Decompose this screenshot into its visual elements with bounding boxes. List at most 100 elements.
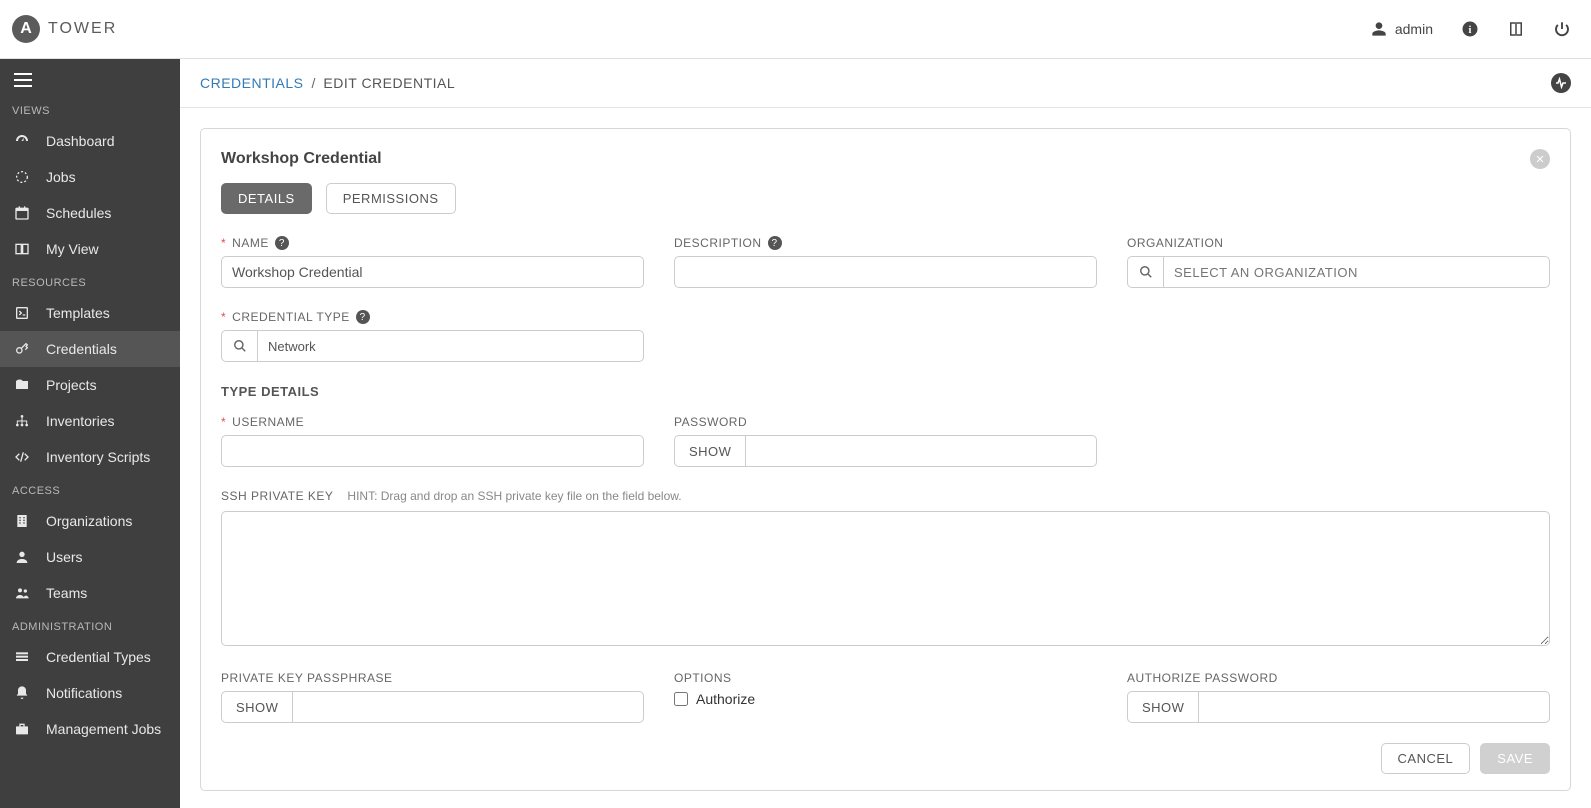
- code-icon: [14, 449, 32, 465]
- tab-details[interactable]: DETAILS: [221, 183, 312, 214]
- close-icon[interactable]: ✕: [1530, 149, 1550, 169]
- sidebar-section-views: VIEWS: [0, 95, 180, 123]
- help-icon[interactable]: ?: [768, 236, 782, 250]
- sidebar-item-label: Notifications: [46, 685, 122, 701]
- svg-text:i: i: [1469, 25, 1472, 36]
- edit-credential-panel: Workshop Credential ✕ DETAILS PERMISSION…: [200, 128, 1571, 791]
- folder-icon: [14, 377, 32, 393]
- username-label: admin: [1395, 21, 1433, 37]
- building-icon: [14, 513, 32, 529]
- ssh-private-key-textarea[interactable]: [221, 511, 1550, 646]
- sidebar-item-inventory-scripts[interactable]: Inventory Scripts: [0, 439, 180, 475]
- cancel-button[interactable]: CANCEL: [1381, 743, 1471, 774]
- sidebar-item-inventories[interactable]: Inventories: [0, 403, 180, 439]
- label-username: *USERNAME: [221, 415, 644, 429]
- help-icon[interactable]: ?: [356, 310, 370, 324]
- calendar-icon: [14, 205, 32, 221]
- sidebar-item-dashboard[interactable]: Dashboard: [0, 123, 180, 159]
- label-organization: ORGANIZATION: [1127, 236, 1550, 250]
- show-password-button[interactable]: SHOW: [674, 435, 745, 467]
- show-authorize-password-button[interactable]: SHOW: [1127, 691, 1198, 723]
- sidebar-item-label: Users: [46, 549, 83, 565]
- label-password: PASSWORD: [674, 415, 1097, 429]
- sidebar-item-label: Management Jobs: [46, 721, 161, 737]
- tab-permissions[interactable]: PERMISSIONS: [326, 183, 456, 214]
- sidebar-item-label: Organizations: [46, 513, 132, 529]
- sidebar-item-label: Dashboard: [46, 133, 115, 149]
- sidebar-item-label: Templates: [46, 305, 110, 321]
- sidebar-item-credentials[interactable]: Credentials: [0, 331, 180, 367]
- activity-stream-icon[interactable]: [1551, 73, 1571, 93]
- sidebar-item-label: Inventories: [46, 413, 114, 429]
- menu-toggle-icon[interactable]: [0, 65, 180, 95]
- credential-type-lookup-button[interactable]: [221, 330, 257, 362]
- power-icon[interactable]: [1553, 20, 1571, 38]
- users-icon: [14, 585, 32, 601]
- username-input[interactable]: [221, 435, 644, 467]
- breadcrumb-sep: /: [312, 75, 316, 91]
- brand-logo-icon: A: [12, 15, 40, 43]
- list-icon: [14, 649, 32, 665]
- brand-name: TOWER: [48, 20, 117, 38]
- label-options: OPTIONS: [674, 671, 1097, 685]
- label-ssh-private-key: SSH PRIVATE KEY: [221, 489, 333, 503]
- jobs-icon: [14, 169, 32, 185]
- brand: A TOWER: [12, 15, 117, 43]
- content-area: CREDENTIALS / EDIT CREDENTIAL Workshop C…: [180, 59, 1591, 808]
- type-details-header: TYPE DETAILS: [221, 384, 1550, 399]
- user-icon: [1371, 21, 1387, 37]
- sidebar-item-management-jobs[interactable]: Management Jobs: [0, 711, 180, 747]
- label-authorize-password: AUTHORIZE PASSWORD: [1127, 671, 1550, 685]
- sidebar: VIEWS Dashboard Jobs Schedules My View R…: [0, 59, 180, 808]
- breadcrumb-root[interactable]: CREDENTIALS: [200, 75, 304, 91]
- docs-icon[interactable]: [1507, 20, 1525, 38]
- help-icon[interactable]: ?: [275, 236, 289, 250]
- user-icon: [14, 549, 32, 565]
- organization-lookup-button[interactable]: [1127, 256, 1163, 288]
- password-input[interactable]: [745, 435, 1097, 467]
- bell-icon: [14, 685, 32, 701]
- sidebar-item-users[interactable]: Users: [0, 539, 180, 575]
- description-input[interactable]: [674, 256, 1097, 288]
- sidebar-item-credential-types[interactable]: Credential Types: [0, 639, 180, 675]
- sidebar-item-schedules[interactable]: Schedules: [0, 195, 180, 231]
- current-user[interactable]: admin: [1371, 21, 1433, 37]
- sitemap-icon: [14, 413, 32, 429]
- info-icon[interactable]: i: [1461, 20, 1479, 38]
- save-button[interactable]: SAVE: [1480, 743, 1550, 774]
- label-description: DESCRIPTION ?: [674, 236, 1097, 250]
- sidebar-item-organizations[interactable]: Organizations: [0, 503, 180, 539]
- panel-title: Workshop Credential: [221, 150, 382, 168]
- sidebar-item-label: Inventory Scripts: [46, 449, 150, 465]
- sidebar-item-label: Projects: [46, 377, 97, 393]
- sidebar-item-label: Schedules: [46, 205, 111, 221]
- show-passphrase-button[interactable]: SHOW: [221, 691, 292, 723]
- authorize-checkbox[interactable]: [674, 692, 688, 706]
- authorize-label: Authorize: [696, 691, 755, 707]
- passphrase-input[interactable]: [292, 691, 644, 723]
- name-input[interactable]: [221, 256, 644, 288]
- top-bar: A TOWER admin i: [0, 0, 1591, 59]
- sidebar-item-label: My View: [46, 241, 99, 257]
- sidebar-section-administration: ADMINISTRATION: [0, 611, 180, 639]
- sidebar-item-label: Jobs: [46, 169, 76, 185]
- sidebar-section-resources: RESOURCES: [0, 267, 180, 295]
- sidebar-item-my-view[interactable]: My View: [0, 231, 180, 267]
- credential-type-input[interactable]: [257, 330, 644, 362]
- sidebar-item-templates[interactable]: Templates: [0, 295, 180, 331]
- sidebar-item-projects[interactable]: Projects: [0, 367, 180, 403]
- organization-input[interactable]: [1163, 256, 1550, 288]
- sidebar-item-label: Teams: [46, 585, 87, 601]
- tabs: DETAILS PERMISSIONS: [221, 183, 1550, 214]
- breadcrumb-current: EDIT CREDENTIAL: [323, 75, 455, 91]
- sidebar-item-notifications[interactable]: Notifications: [0, 675, 180, 711]
- key-icon: [14, 341, 32, 357]
- label-credential-type: *CREDENTIAL TYPE ?: [221, 310, 644, 324]
- templates-icon: [14, 305, 32, 321]
- sidebar-item-label: Credentials: [46, 341, 117, 357]
- sidebar-item-label: Credential Types: [46, 649, 151, 665]
- sidebar-item-jobs[interactable]: Jobs: [0, 159, 180, 195]
- authorize-password-input[interactable]: [1198, 691, 1550, 723]
- sidebar-item-teams[interactable]: Teams: [0, 575, 180, 611]
- label-private-key-passphrase: PRIVATE KEY PASSPHRASE: [221, 671, 644, 685]
